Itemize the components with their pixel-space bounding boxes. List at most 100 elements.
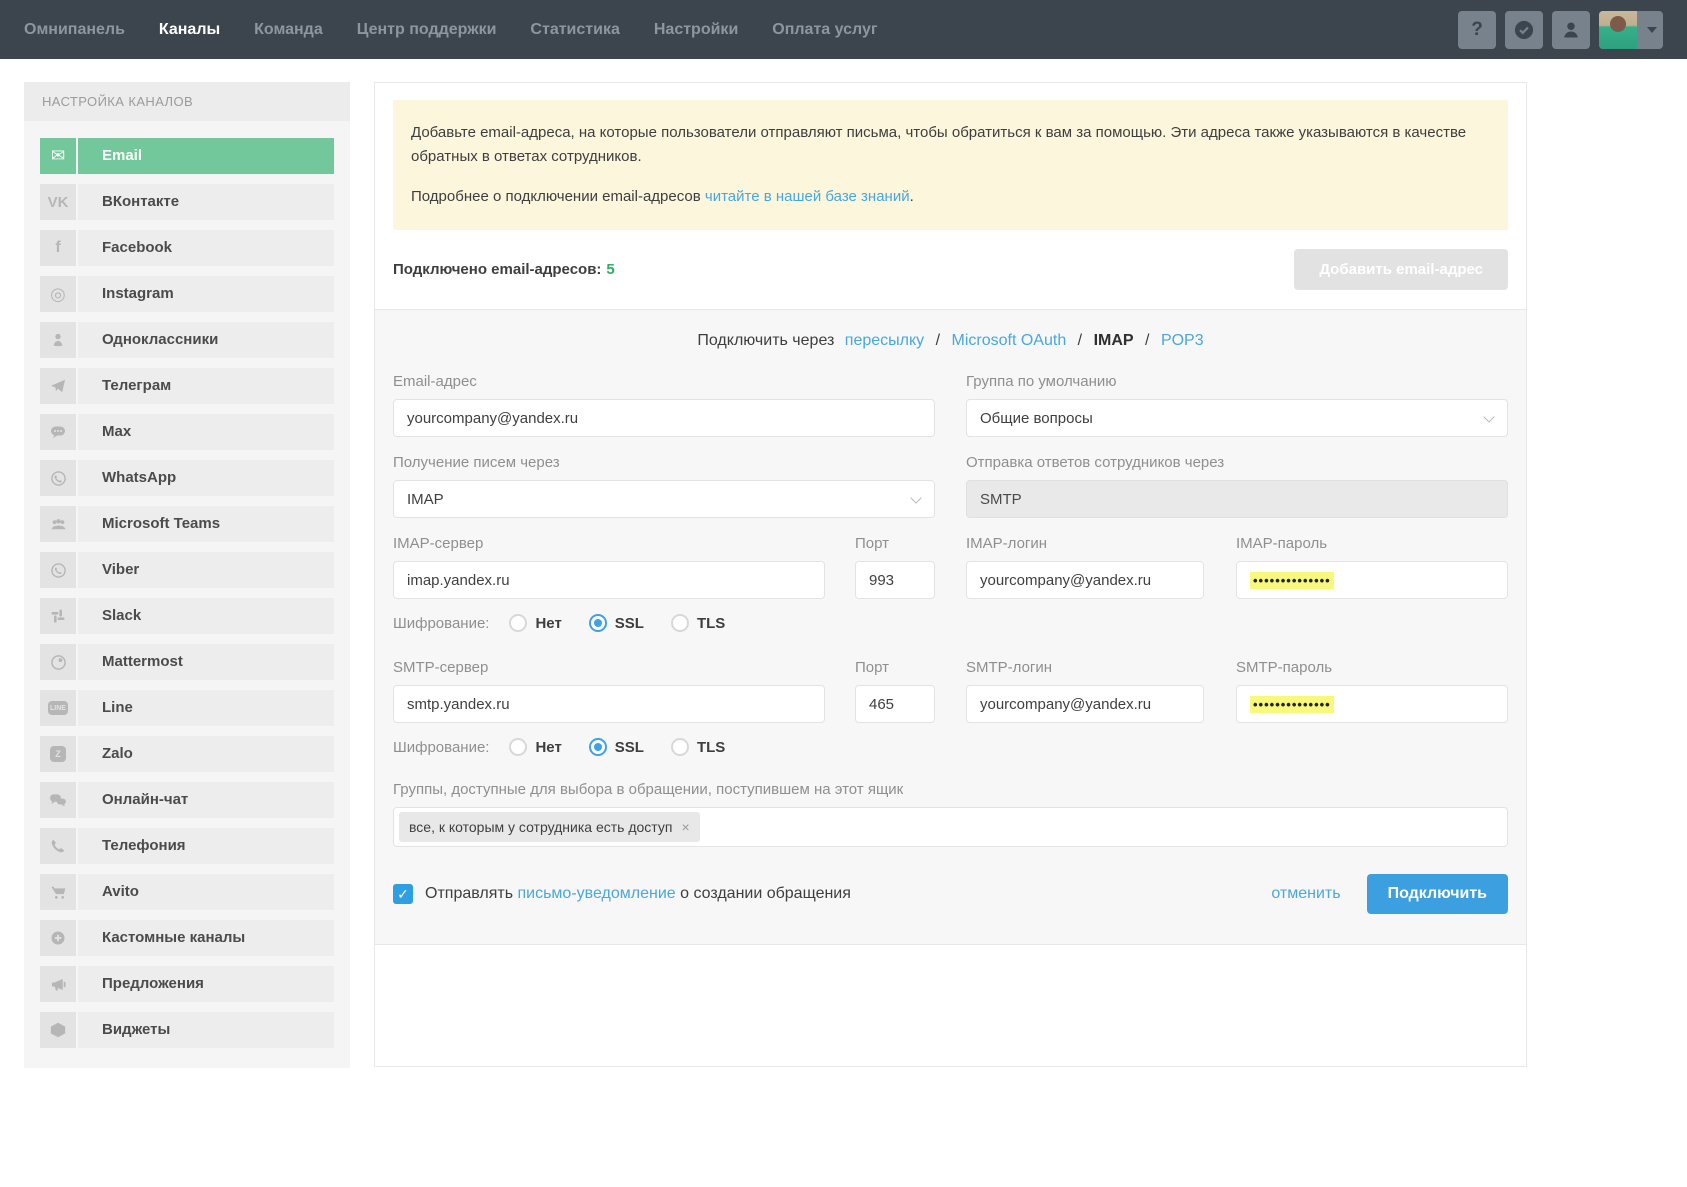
megaphone-icon [40,966,76,1002]
encryption-option-tls[interactable]: TLS [671,614,725,632]
sidebar-item-whatsapp[interactable]: WhatsApp [40,460,334,496]
verification-button[interactable] [1505,11,1543,49]
radio-icon [671,738,689,756]
vk-icon: VK [40,184,76,220]
radio-icon [509,738,527,756]
zalo-icon: Z [40,736,76,772]
sidebar-item-label: Facebook [78,230,334,266]
nav-item-omnipanel[interactable]: Омнипанель [24,21,125,39]
password-mask: •••••••••••••• [1250,572,1334,589]
imap-password-input[interactable]: •••••••••••••• [1236,561,1508,599]
encryption-option-tls[interactable]: TLS [671,738,725,756]
sidebar-item-label: Телефония [78,828,334,864]
connected-count-row: Подключено email-адресов:5 Добавить emai… [375,230,1526,309]
top-navigation: Омнипанель Каналы Команда Центр поддержк… [0,0,1687,59]
email-address-input[interactable] [393,399,935,437]
sidebar-item-label: WhatsApp [78,460,334,496]
sidebar-item-label: Онлайн-чат [78,782,334,818]
sidebar-item-max[interactable]: Max [40,414,334,450]
smtp-encryption-row: Шифрование: Нет SSL TLS [393,738,1508,756]
badge-check-icon [1513,19,1535,41]
notify-checkbox[interactable]: ✓ [393,884,413,904]
nav-item-support-center[interactable]: Центр поддержки [357,21,497,39]
default-group-select[interactable]: Общие вопросы [966,399,1508,437]
notification-letter-link[interactable]: письмо-уведомление [517,885,675,902]
tab-forwarding[interactable]: пересылку [845,332,924,349]
sidebar-item-label: Microsoft Teams [78,506,334,542]
mattermost-icon [40,644,76,680]
sidebar-item-label: Max [78,414,334,450]
imap-encryption-row: Шифрование: Нет SSL TLS [393,614,1508,632]
knowledge-base-link[interactable]: читайте в нашей базе знаний [705,188,910,205]
encryption-option-ssl[interactable]: SSL [589,614,644,632]
email-address-label: Email-адрес [393,373,935,390]
sidebar-item-microsoft-teams[interactable]: Microsoft Teams [40,506,334,542]
sidebar-item-label: Mattermost [78,644,334,680]
connected-count-value: 5 [606,261,614,278]
plus-circle-icon [40,920,76,956]
connect-button[interactable]: Подключить [1367,874,1508,914]
sidebar-item-instagram[interactable]: ◎ Instagram [40,276,334,312]
imap-port-input[interactable] [855,561,935,599]
radio-checked-icon [589,738,607,756]
tab-imap[interactable]: IMAP [1094,332,1134,349]
smtp-port-label: Порт [855,659,935,676]
sidebar-item-vkontakte[interactable]: VK ВКонтакте [40,184,334,220]
sidebar-item-email[interactable]: ✉ Email [40,138,334,174]
sidebar-item-line[interactable]: LINE Line [40,690,334,726]
widget-icon [40,1012,76,1048]
sidebar-item-online-chat[interactable]: Онлайн-чат [40,782,334,818]
sidebar-item-zalo[interactable]: Z Zalo [40,736,334,772]
info-notice: Добавьте email-адреса, на которые пользо… [393,100,1508,230]
profile-button[interactable] [1552,11,1590,49]
sidebar-item-label: Телеграм [78,368,334,404]
smtp-port-input[interactable] [855,685,935,723]
sidebar-item-telephony[interactable]: Телефония [40,828,334,864]
email-icon: ✉ [40,138,76,174]
chevron-down-icon [1647,27,1657,33]
remove-tag-icon[interactable]: × [681,819,689,835]
sidebar-item-avito[interactable]: Avito [40,874,334,910]
sidebar-item-custom-channels[interactable]: Кастомные каналы [40,920,334,956]
smtp-password-input[interactable]: •••••••••••••• [1236,685,1508,723]
nav-item-team[interactable]: Команда [254,21,323,39]
cancel-link[interactable]: отменить [1271,885,1340,903]
available-groups-input[interactable]: все, к которым у сотрудника есть доступ … [393,807,1508,847]
email-channel-panel: Добавьте email-адреса, на которые пользо… [374,82,1527,1067]
smtp-login-input[interactable] [966,685,1204,723]
tab-pop3[interactable]: POP3 [1161,332,1204,349]
encryption-option-ssl[interactable]: SSL [589,738,644,756]
help-button[interactable]: ? [1458,11,1496,49]
sidebar-item-facebook[interactable]: f Facebook [40,230,334,266]
sidebar-item-odnoklassniki[interactable]: Одноклассники [40,322,334,358]
nav-item-billing[interactable]: Оплата услуг [772,21,877,39]
add-email-button[interactable]: Добавить email-адрес [1294,249,1508,290]
sidebar-item-suggestions[interactable]: Предложения [40,966,334,1002]
sidebar-item-viber[interactable]: Viber [40,552,334,588]
connect-method-tabs: Подключить через пересылку / Microsoft O… [393,332,1508,350]
account-menu-button[interactable] [1599,11,1663,49]
sidebar-item-telegram[interactable]: Телеграм [40,368,334,404]
line-icon: LINE [40,690,76,726]
channels-sidebar: НАСТРОЙКА КАНАЛОВ ✉ Email VK ВКонтакте f… [24,82,350,1068]
imap-password-label: IMAP-пароль [1236,535,1508,552]
imap-server-input[interactable] [393,561,825,599]
sidebar-item-label: ВКонтакте [78,184,334,220]
encryption-option-none[interactable]: Нет [509,738,561,756]
nav-item-statistics[interactable]: Статистика [530,21,619,39]
smtp-server-input[interactable] [393,685,825,723]
imap-login-input[interactable] [966,561,1204,599]
sidebar-list: ✉ Email VK ВКонтакте f Facebook ◎ Instag… [24,121,350,1068]
nav-item-settings[interactable]: Настройки [654,21,738,39]
radio-checked-icon [589,614,607,632]
tab-microsoft-oauth[interactable]: Microsoft OAuth [952,332,1067,349]
smtp-login-label: SMTP-логин [966,659,1204,676]
receive-via-select[interactable]: IMAP [393,480,935,518]
nav-item-channels[interactable]: Каналы [159,21,220,39]
sidebar-item-slack[interactable]: Slack [40,598,334,634]
encryption-option-none[interactable]: Нет [509,614,561,632]
whatsapp-icon [40,460,76,496]
sidebar-item-widgets[interactable]: Виджеты [40,1012,334,1048]
sidebar-item-mattermost[interactable]: Mattermost [40,644,334,680]
sidebar-item-label: Email [78,138,334,174]
